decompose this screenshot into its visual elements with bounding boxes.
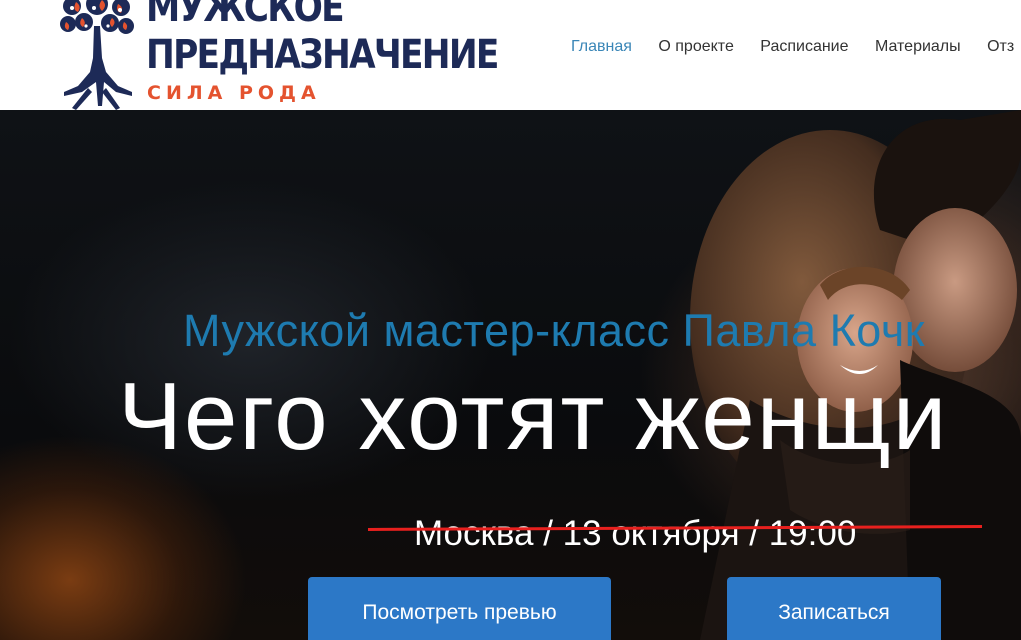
event-info-text: Москва / 13 октября / 19:00 bbox=[414, 514, 857, 553]
logo-tagline[interactable]: СИЛА РОДА bbox=[147, 84, 321, 103]
logo-title-line1[interactable]: МУЖСКОЕ bbox=[146, 0, 345, 28]
nav-item-materials[interactable]: Материалы bbox=[875, 38, 961, 56]
nav-item-about[interactable]: О проекте bbox=[658, 38, 733, 56]
nav-item-schedule[interactable]: Расписание bbox=[760, 38, 848, 56]
nav-item-home[interactable]: Главная bbox=[571, 38, 632, 56]
hero-subtitle: Мужской мастер-класс Павла Кочк bbox=[183, 305, 925, 356]
hero-headline: Чего хотят женщи bbox=[118, 363, 949, 470]
signup-button[interactable]: Записаться bbox=[727, 577, 941, 640]
tree-roots-icon[interactable] bbox=[58, 0, 136, 110]
main-nav: Главная О проекте Расписание Материалы О… bbox=[571, 38, 1021, 56]
site-header: МУЖСКОЕ ПРЕДНАЗНАЧЕНИЕ СИЛА РОДА Главная… bbox=[0, 0, 1021, 110]
preview-button[interactable]: Посмотреть превью bbox=[308, 577, 611, 640]
logo-title-line2[interactable]: ПРЕДНАЗНАЧЕНИЕ bbox=[146, 35, 499, 75]
hero-banner: Мужской мастер-класс Павла Кочк Чего хот… bbox=[0, 110, 1021, 640]
nav-item-reviews[interactable]: Отз bbox=[987, 38, 1014, 56]
